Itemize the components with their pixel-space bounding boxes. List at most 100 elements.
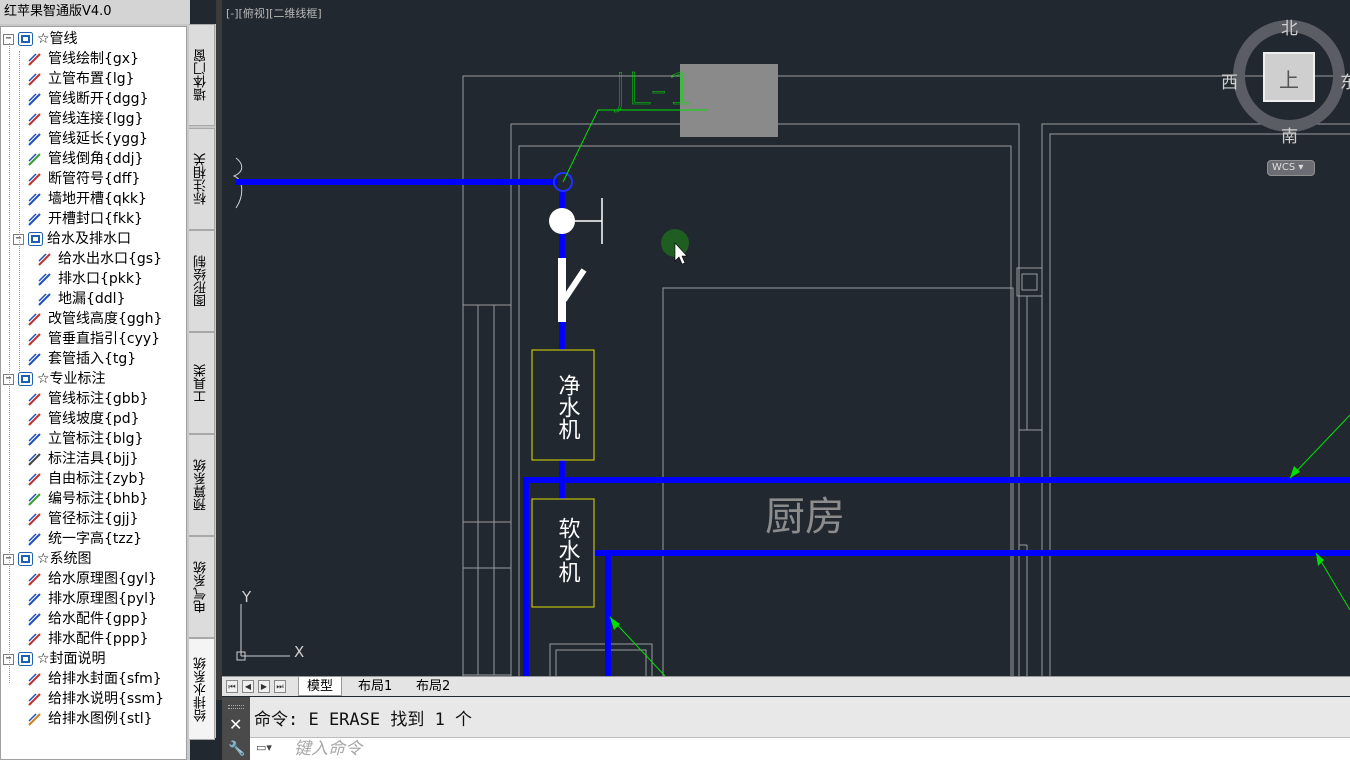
tree-item[interactable]: 地漏{ddl} bbox=[37, 289, 125, 309]
vtab-label: 工具类 bbox=[194, 363, 209, 403]
tree-item[interactable]: 给水原理图{gyl} bbox=[27, 569, 157, 589]
tree-item[interactable]: 立管标注{blg} bbox=[27, 429, 143, 449]
vtab-0[interactable]: 墙体门窗 bbox=[189, 24, 215, 126]
tree-item-label: 管线连接{lgg} bbox=[48, 111, 144, 127]
tree-item[interactable]: 给排水封面{sfm} bbox=[27, 669, 162, 689]
last-tab-icon[interactable]: ⏭ bbox=[274, 680, 286, 693]
vtab-4[interactable]: 预算系统 bbox=[189, 434, 215, 536]
tree-item[interactable]: 管线断开{dgg} bbox=[27, 89, 148, 109]
vtab-6[interactable]: 给排水系统 bbox=[189, 638, 215, 740]
grip-icon[interactable] bbox=[228, 705, 244, 709]
tree-item-label: 给水配件{gpp} bbox=[48, 611, 149, 627]
drain-icon bbox=[37, 272, 51, 286]
riser-tag-block bbox=[680, 64, 778, 137]
tree-item-label: 管线延长{ygg} bbox=[48, 131, 148, 147]
tab-model[interactable]: 模型 bbox=[298, 677, 343, 696]
vtab-label: 预算系统 bbox=[194, 459, 209, 511]
notes-icon bbox=[27, 692, 41, 706]
seal-icon bbox=[27, 212, 41, 226]
viewcube[interactable]: 北 南 东 西 上 WCS ▾ bbox=[1221, 12, 1350, 182]
pipe-label-icon bbox=[27, 392, 41, 406]
tree-item[interactable]: 给水配件{gpp} bbox=[27, 609, 148, 629]
tree-item-label: 编号标注{bhb} bbox=[48, 491, 149, 507]
vtab-label: 给排水系统 bbox=[194, 656, 209, 722]
vtab-1[interactable]: 标注相关 bbox=[189, 128, 215, 230]
tree-item[interactable]: 排水配件{ppp} bbox=[27, 629, 148, 649]
tree-item[interactable]: 开槽封口{fkk} bbox=[27, 209, 143, 229]
tree-item[interactable]: 管线坡度{pd} bbox=[27, 409, 140, 429]
next-tab-icon[interactable]: ▶ bbox=[258, 680, 270, 693]
tree-item[interactable]: 排水原理图{pyl} bbox=[27, 589, 157, 609]
fixture-label-icon bbox=[27, 452, 41, 466]
viewcube-north[interactable]: 北 bbox=[1281, 14, 1298, 39]
tree-item-label: 排水配件{ppp} bbox=[48, 631, 149, 647]
tree-item[interactable]: 排水口{pkk} bbox=[37, 269, 143, 289]
drawing-canvas[interactable]: [-][俯视][二维线框] JL-1 净水机 软水机 厨房 Y X 北 南 东 … bbox=[222, 0, 1350, 676]
wcs-menu-button[interactable]: WCS ▾ bbox=[1267, 160, 1315, 176]
tree-item[interactable]: 给排水图例{stl} bbox=[27, 709, 153, 729]
wrench-icon[interactable]: 🔧 bbox=[228, 741, 245, 757]
viewcube-west[interactable]: 西 bbox=[1221, 68, 1238, 93]
tree-item[interactable]: 给排水说明{ssm} bbox=[27, 689, 164, 709]
tree-item[interactable]: 管线连接{lgg} bbox=[27, 109, 143, 129]
tree-item[interactable]: 编号标注{bhb} bbox=[27, 489, 148, 509]
first-tab-icon[interactable]: ⏮ bbox=[226, 680, 238, 693]
tab-layout2[interactable]: 布局2 bbox=[408, 677, 458, 696]
walls bbox=[462, 75, 1350, 676]
tree-item[interactable]: 改管线高度{ggh} bbox=[27, 309, 162, 329]
water-outlet-icon bbox=[37, 252, 51, 266]
tree-item[interactable]: 墙地开槽{qkk} bbox=[27, 189, 147, 209]
tree-item-label: 立管布置{lg} bbox=[48, 71, 135, 87]
folder-icon bbox=[17, 551, 33, 567]
tree-group[interactable]: − ☆管线 bbox=[3, 29, 78, 49]
tree-item[interactable]: 统一字高{tzz} bbox=[27, 529, 142, 549]
tree-item[interactable]: 自由标注{zyb} bbox=[27, 469, 146, 489]
prev-tab-icon[interactable]: ◀ bbox=[242, 680, 254, 693]
tree-group[interactable]: − ☆系统图 bbox=[3, 549, 92, 569]
viewcube-east[interactable]: 东 bbox=[1340, 68, 1350, 93]
tree-item[interactable]: 给水出水口{gs} bbox=[37, 249, 162, 269]
tree-item-label: ☆封面说明 bbox=[37, 651, 106, 667]
extend-pipe-icon bbox=[27, 132, 41, 146]
tree-item-label: 排水口{pkk} bbox=[58, 271, 143, 287]
tree-item-label: 管线标注{gbb} bbox=[48, 391, 149, 407]
tree-item[interactable]: 断管符号{dff} bbox=[27, 169, 140, 189]
tree-item-label: 标注洁具{bjj} bbox=[48, 451, 139, 467]
tree-group[interactable]: − ☆专业标注 bbox=[3, 369, 106, 389]
tree-item-label: 给排水图例{stl} bbox=[48, 711, 153, 727]
tree-item[interactable]: 标注洁具{bjj} bbox=[27, 449, 138, 469]
column-marker bbox=[1016, 267, 1043, 297]
folder-icon bbox=[27, 231, 43, 247]
tree-item-label: 管垂直指引{cyy} bbox=[48, 331, 161, 347]
command-input[interactable] bbox=[294, 738, 1334, 760]
tree-item[interactable]: 套管插入{tg} bbox=[27, 349, 136, 369]
tree-group[interactable]: − 给水及排水口 bbox=[13, 229, 131, 249]
vtab-3[interactable]: 工具类 bbox=[189, 332, 215, 434]
tree-item[interactable]: 管垂直指引{cyy} bbox=[27, 329, 160, 349]
drain-fitting-icon bbox=[27, 632, 41, 646]
break-pipe-icon bbox=[27, 92, 41, 106]
vtab-label: 标注相关 bbox=[194, 153, 209, 205]
tree-item[interactable]: 管线标注{gbb} bbox=[27, 389, 148, 409]
tree-item[interactable]: 管线绘制{gx} bbox=[27, 49, 139, 69]
command-tree[interactable]: − ☆管线 管线绘制{gx} 立管布置{lg} 管线断开{dgg} 管线连接{lgg} 管线… bbox=[0, 26, 187, 760]
command-history: 命令: E ERASE 找到 1 个 bbox=[250, 705, 1350, 735]
slope-icon bbox=[27, 412, 41, 426]
tree-group[interactable]: − ☆封面说明 bbox=[3, 649, 106, 669]
command-prompt-icon[interactable]: ▭▾ bbox=[256, 741, 282, 758]
tab-layout1[interactable]: 布局1 bbox=[350, 677, 400, 696]
vtab-label: 电气系统 bbox=[194, 561, 209, 613]
close-icon[interactable]: ✕ bbox=[229, 715, 242, 734]
tree-item[interactable]: 管线倒角{ddj} bbox=[27, 149, 143, 169]
command-line-handle[interactable]: ✕ 🔧 bbox=[222, 697, 250, 760]
vtab-5[interactable]: 电气系统 bbox=[189, 536, 215, 638]
vtab-2[interactable]: 图形绘制 bbox=[189, 230, 215, 332]
supply-diagram-icon bbox=[27, 572, 41, 586]
viewcube-top-face[interactable]: 上 bbox=[1279, 64, 1299, 93]
tree-item[interactable]: 立管布置{lg} bbox=[27, 69, 135, 89]
tree-item-label: ☆专业标注 bbox=[37, 371, 106, 387]
valve-symbol bbox=[549, 208, 575, 234]
tree-item[interactable]: 管线延长{ygg} bbox=[27, 129, 148, 149]
tree-item[interactable]: 管径标注{gjj} bbox=[27, 509, 138, 529]
viewcube-south[interactable]: 南 bbox=[1281, 122, 1298, 147]
